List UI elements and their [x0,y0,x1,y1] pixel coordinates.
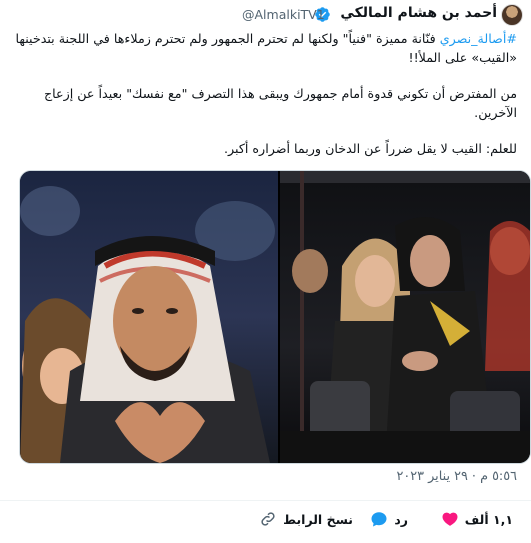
reply-bubble-icon [371,512,387,527]
tweet-text: #أصالة_نصري فنّانة مميزة "فنياً" ولكنها … [12,29,517,158]
media-image-right[interactable] [280,171,530,463]
tweet-paragraph: #أصالة_نصري فنّانة مميزة "فنياً" ولكنها … [12,29,517,67]
hashtag-link[interactable]: #أصالة_نصري [440,31,517,46]
reply-label: رد [394,511,408,527]
copy-link-button[interactable]: نسخ الرابط [259,510,353,528]
media-image-left[interactable] [20,171,278,463]
author-handle[interactable]: @AlmalkiTV1 [242,7,325,22]
tweet-actions: ١,١ ألف رد نسخ الرابط [0,510,531,534]
like-button[interactable]: ١,١ ألف [441,510,513,528]
divider [0,500,531,501]
avatar[interactable] [501,4,523,26]
tweet-paragraph: للعلم: القيب لا يقل ضرراً عن الدخان وربم… [223,141,517,156]
copy-link-label: نسخ الرابط [283,511,353,527]
link-icon [261,512,275,526]
tweet-media[interactable] [19,170,531,464]
like-count: ١,١ ألف [464,511,513,527]
reply-button[interactable]: رد [370,510,408,528]
tweet-timestamp[interactable]: ٥:٥٦ م · ٢٩ يناير ٢٠٢٣ [397,469,517,484]
tweet-header: أحمد بن هشام المالكي @AlmalkiTV1 [0,0,531,30]
author-name[interactable]: أحمد بن هشام المالكي [340,5,497,21]
tweet-paragraph: من المفترض أن تكوني قدوة أمام جمهورك ويب… [43,86,517,120]
heart-icon [442,512,458,526]
